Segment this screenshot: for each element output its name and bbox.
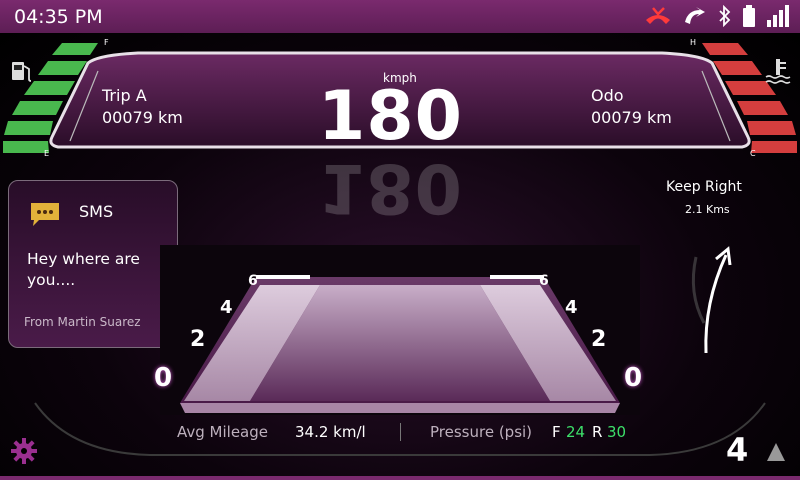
gear-indicator: 4 [726, 431, 749, 469]
road-mark-right-4: 4 [565, 297, 578, 318]
odo-label: Odo [591, 86, 624, 105]
road-mark-left-0: 0 [154, 363, 173, 393]
mileage-value: 34.2 km/l [295, 423, 366, 441]
sms-message: Hey where are you.... [27, 250, 140, 289]
road-mark-left-2: 2 [190, 327, 206, 352]
missed-call-icon [644, 6, 672, 30]
nav-distance: 2.1 Kms [685, 203, 730, 216]
trip-value: 00079 km [102, 108, 183, 127]
nav-icon [682, 6, 708, 30]
sms-notification-card[interactable]: SMS Hey where are you.... From Martin Su… [8, 180, 178, 348]
chat-bubble-icon [31, 203, 59, 226]
speed-value: 180 [318, 77, 463, 156]
battery-icon [742, 5, 756, 31]
rear-pressure-label: R [592, 423, 603, 441]
front-pressure-value: 24 [566, 423, 586, 441]
bluetooth-icon [718, 4, 732, 31]
odo-value: 00079 km [591, 108, 672, 127]
nav-instruction: Keep Right [666, 179, 742, 195]
coolant-temp-icon [765, 59, 791, 84]
sms-from: From Martin Suarez [24, 315, 141, 329]
road-display [160, 245, 640, 415]
road-mark-right-0: 0 [624, 363, 643, 393]
road-mark-left-6: 6 [248, 273, 258, 289]
signal-icon [766, 5, 790, 31]
keep-right-arrow-icon [691, 246, 732, 354]
status-bar: 04:35 PM [0, 0, 800, 33]
road-mark-right-2: 2 [591, 327, 607, 352]
status-time: 04:35 PM [14, 6, 103, 28]
road-mark-left-4: 4 [220, 297, 233, 318]
road-mark-right-6: 6 [539, 273, 549, 289]
settings-gear-icon[interactable] [10, 437, 38, 465]
cluster-stage: F E H C Trip A 00079 km Odo 00079 km kmp… [0, 33, 800, 480]
bottom-accent-bar [0, 476, 800, 480]
rear-pressure-value: 30 [607, 423, 627, 441]
gear-up-arrow-icon [767, 443, 785, 461]
status-icons [644, 4, 790, 31]
trip-label: Trip A [102, 86, 147, 105]
mileage-label: Avg Mileage [177, 423, 268, 441]
fuel-pump-icon [12, 62, 32, 82]
sms-title: SMS [79, 202, 114, 221]
front-pressure-label: F [552, 423, 561, 441]
footer-divider [400, 423, 401, 441]
pressure-label: Pressure (psi) [430, 423, 533, 441]
speed-reflection: 180 [318, 148, 463, 227]
